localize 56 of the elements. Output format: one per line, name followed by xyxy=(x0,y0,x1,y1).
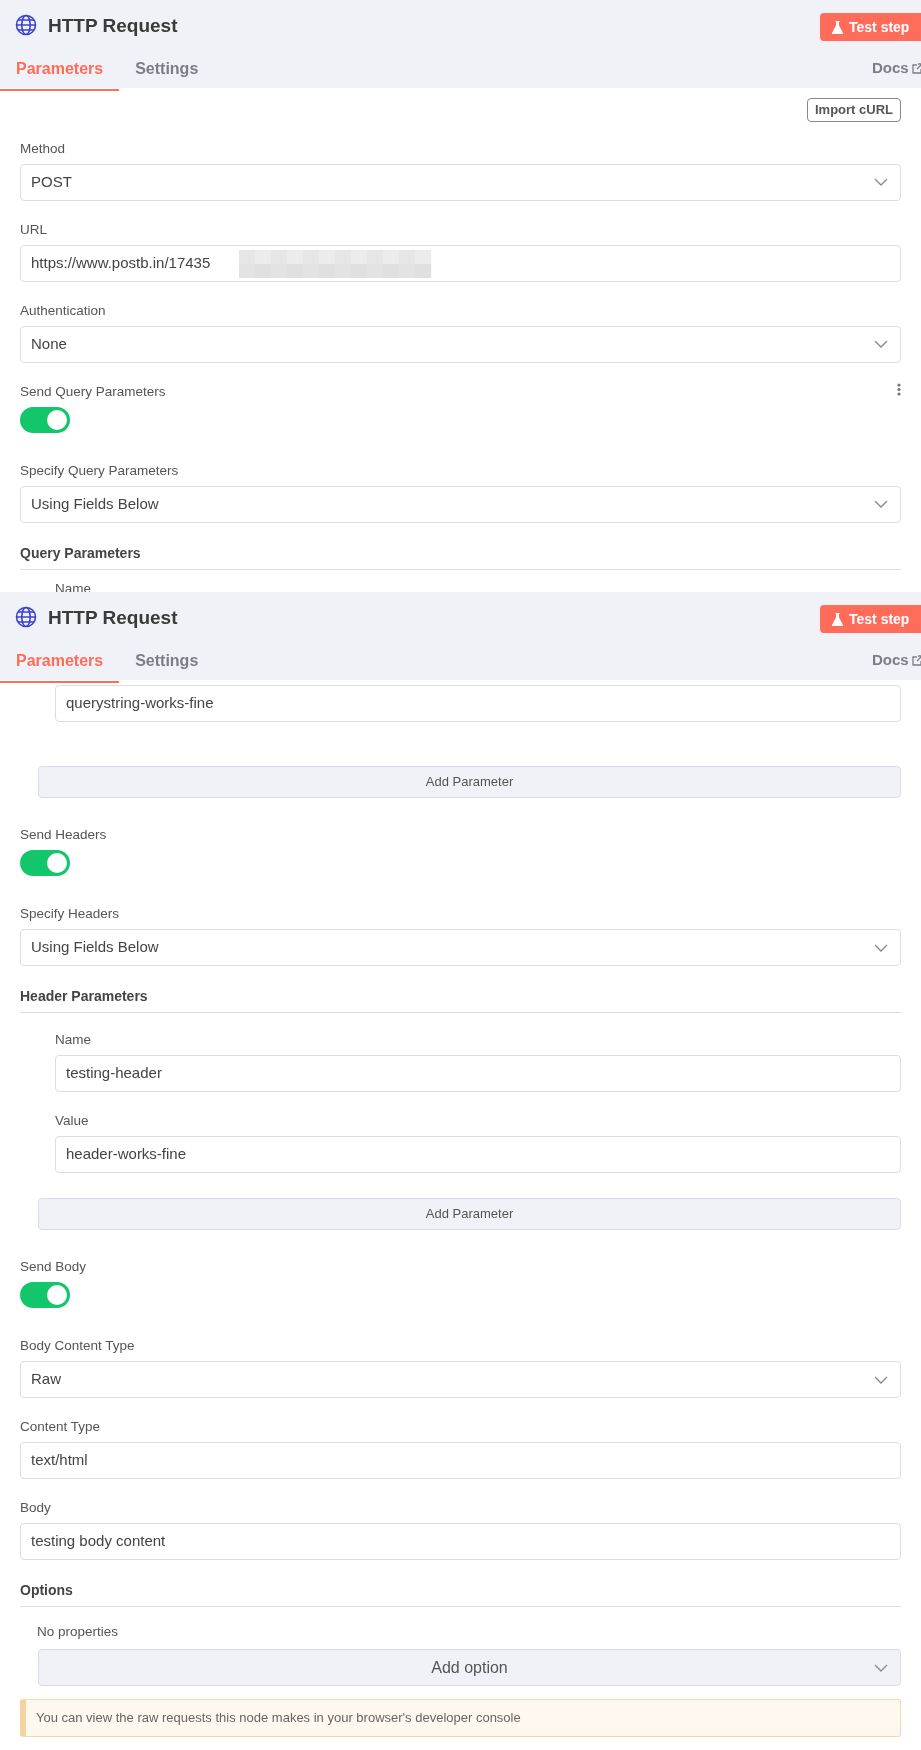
globe-icon xyxy=(15,14,37,36)
chevron-down-icon xyxy=(874,340,888,348)
select-field[interactable]: POST xyxy=(20,163,901,201)
globe-icon xyxy=(15,606,37,628)
input-field[interactable]: testing body content xyxy=(20,1523,901,1560)
section-title: Header Parameters xyxy=(20,986,901,1013)
select-field[interactable]: Raw xyxy=(20,1361,901,1398)
more-options-icon[interactable] xyxy=(897,382,901,396)
empty-message: No properties xyxy=(37,1623,120,1641)
add-parameter-button[interactable]: Add Parameter xyxy=(38,1198,901,1230)
field-label: Send Headers xyxy=(20,826,107,844)
info-notice: You can view the raw requests this node makes in your browser's developer console xyxy=(20,1699,901,1737)
node-title: HTTP Request xyxy=(48,606,178,630)
select-field[interactable]: None xyxy=(20,325,901,363)
field-label: Value xyxy=(55,1112,90,1130)
section-title: Query Parameters xyxy=(20,542,901,570)
node-title: HTTP Request xyxy=(48,14,178,38)
section-title: Options xyxy=(20,1580,901,1607)
field-label: Specify Headers xyxy=(20,905,121,923)
field-label: URL xyxy=(20,220,48,239)
external-link-icon xyxy=(911,62,921,74)
input-field[interactable]: querystring-works-fine xyxy=(55,685,901,722)
toggle-switch[interactable] xyxy=(20,1282,70,1308)
input-field[interactable]: text/html xyxy=(20,1442,901,1479)
toggle-switch[interactable] xyxy=(20,406,70,433)
input-field[interactable]: https://www.postb.in/17435 xyxy=(20,244,901,282)
flask-icon xyxy=(832,612,843,626)
select-field[interactable]: Using Fields Below xyxy=(20,485,901,523)
field-label: Send Body xyxy=(20,1258,87,1276)
docs-link[interactable]: Docs xyxy=(872,57,909,80)
import-curl-button[interactable]: Import cURL xyxy=(807,98,901,122)
chevron-down-icon xyxy=(874,500,888,508)
field-label: Specify Query Parameters xyxy=(20,461,180,480)
chevron-down-icon xyxy=(874,943,888,952)
field-label: Content Type xyxy=(20,1418,102,1436)
field-label: Body Content Type xyxy=(20,1337,136,1355)
chevron-down-icon xyxy=(874,1663,888,1672)
flask-icon xyxy=(832,20,843,34)
tab[interactable]: Settings xyxy=(119,53,215,91)
field-label: Method xyxy=(20,139,67,158)
add-option-button[interactable]: Add option xyxy=(38,1649,901,1686)
tab[interactable]: Settings xyxy=(119,645,215,683)
chevron-down-icon xyxy=(874,1375,888,1384)
field-label: Authentication xyxy=(20,301,107,320)
external-link-icon xyxy=(911,654,921,666)
input-field[interactable]: testing-header xyxy=(55,1055,901,1092)
select-field[interactable]: Using Fields Below xyxy=(20,929,901,966)
add-parameter-button[interactable]: Add Parameter xyxy=(38,766,901,798)
field-label: Name xyxy=(55,579,92,592)
field-label: Name xyxy=(55,1031,92,1049)
field-label: Body xyxy=(20,1499,52,1517)
chevron-down-icon xyxy=(874,178,888,186)
field-label: Send Query Parameters xyxy=(20,382,166,401)
toggle-switch[interactable] xyxy=(20,850,70,876)
docs-link[interactable]: Docs xyxy=(872,649,909,672)
input-field[interactable]: header-works-fine xyxy=(55,1136,901,1173)
